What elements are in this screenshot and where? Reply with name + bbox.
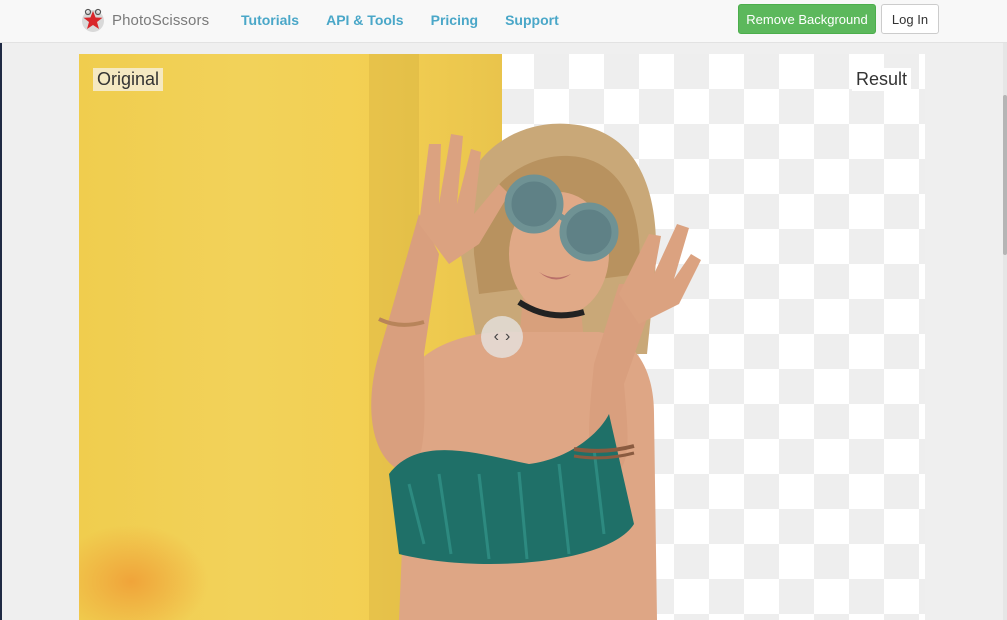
section-heading-partial	[82, 34, 342, 46]
remove-background-button[interactable]: Remove Background	[738, 4, 876, 34]
window-edge	[0, 0, 2, 620]
brand-name: PhotoScissors	[112, 11, 210, 29]
comparison-slider-handle[interactable]: ‹ ›	[481, 316, 523, 358]
chevron-left-icon: ‹	[493, 328, 499, 345]
nav-support[interactable]: Support	[505, 12, 559, 28]
result-label: Result	[851, 68, 911, 91]
scrollbar-thumb[interactable]	[1003, 95, 1007, 255]
main-nav: Tutorials API & Tools Pricing Support	[241, 12, 559, 28]
photoscissors-logo-icon	[82, 8, 104, 32]
chevron-right-icon: ›	[505, 328, 511, 345]
login-button[interactable]: Log In	[881, 4, 939, 34]
brand-link[interactable]: PhotoScissors	[80, 5, 209, 35]
nav-pricing[interactable]: Pricing	[431, 12, 478, 28]
nav-api-tools[interactable]: API & Tools	[326, 12, 404, 28]
original-label: Original	[93, 68, 164, 91]
before-after-comparison[interactable]: Original Result ‹ ›	[79, 54, 925, 620]
nav-tutorials[interactable]: Tutorials	[241, 12, 299, 28]
